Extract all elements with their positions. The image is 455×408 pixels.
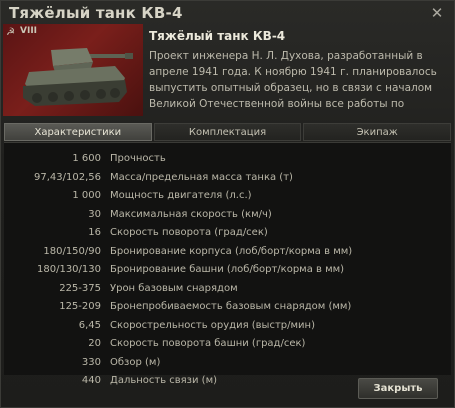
stat-value: 6,45 (78, 319, 101, 331)
stat-row: 180/150/90 Бронирование корпуса (лоб/борт… (4, 244, 451, 263)
stats-list: 1 600 Прочность 97,43/102,56 Масса/предель… (4, 151, 451, 392)
tank-name: Тяжёлый танк КВ-4 (149, 29, 286, 43)
stat-value: 125-209 (59, 301, 101, 312)
stat-label: Дальность связи (м) (110, 375, 218, 386)
stat-value: 225-375 (59, 282, 101, 294)
tank-info-window: Тяжёлый танк КВ-4 ✕ ☭ VIII Тяжёлый танк … (0, 0, 455, 408)
stat-label: Максимальная скорость (км/ч) (110, 208, 272, 220)
stat-value: 440 (81, 375, 101, 386)
stat-label: Урон базовым снарядом (110, 282, 238, 294)
stat-label: Прочность (110, 153, 166, 164)
stat-label: Бронепробиваемость базовым снарядом (мм) (110, 301, 352, 312)
tab-bar: Характеристики Комплектация Экипаж (4, 123, 452, 141)
tank-image: ☭ VIII (3, 24, 143, 116)
stat-value: 20 (88, 338, 101, 349)
stat-value: 180/150/90 (43, 245, 101, 257)
tank-description: Проект инженера Н. Л. Духова, разработан… (149, 50, 437, 116)
stat-row: 180/130/130 Бронирование башни (лоб/борт/… (4, 262, 451, 281)
tank-picture (23, 48, 133, 106)
stat-label: Бронирование башни (лоб/борт/корма в мм) (110, 264, 345, 275)
close-button[interactable]: Закрыть (358, 378, 438, 399)
stat-row: 97,43/102,56 Масса/предельная масса танка… (4, 170, 451, 189)
tab-characteristics[interactable]: Характеристики (4, 123, 152, 141)
stat-row: 125-209 Бронепробиваемость базовым снаряд… (4, 299, 451, 318)
stat-row: 6,45 Скорострельность орудия (выстр/мин) (4, 318, 451, 337)
stat-label: Обзор (м) (110, 356, 161, 368)
stat-label: Скорость поворота башни (град/сек) (110, 338, 306, 349)
stat-value: 330 (81, 356, 101, 368)
stat-label: Бронирование корпуса (лоб/борт/корма в м… (110, 245, 353, 257)
stat-value: 1 600 (72, 153, 101, 164)
stat-row: 330 Обзор (м) (4, 355, 451, 374)
stat-row: 1 600 Прочность (4, 151, 451, 170)
stat-label: Мощность двигателя (л.с.) (110, 190, 252, 201)
characteristics-panel: 1 600 Прочность 97,43/102,56 Масса/предель… (4, 142, 451, 386)
stat-row: 30 Максимальная скорость (км/ч) (4, 207, 451, 226)
stat-value: 16 (88, 227, 101, 238)
stat-row: 225-375 Урон базовым снарядом (4, 281, 451, 300)
tab-crew[interactable]: Экипаж (303, 123, 452, 141)
stat-label: Масса/предельная масса танка (т) (110, 171, 293, 183)
window-title: Тяжёлый танк КВ-4 (9, 4, 183, 22)
stat-value: 180/130/130 (37, 264, 101, 275)
stat-label: Скорость поворота (град/сек) (110, 227, 268, 238)
stat-row: 1 000 Мощность двигателя (л.с.) (4, 188, 451, 207)
stat-row: 16 Скорость поворота (град/сек) (4, 225, 451, 244)
stat-value: 30 (88, 208, 101, 220)
stat-value: 1 000 (72, 190, 101, 201)
stat-value: 97,43/102,56 (34, 171, 101, 183)
close-icon[interactable]: ✕ (429, 5, 445, 21)
stat-label: Скорострельность орудия (выстр/мин) (110, 319, 315, 331)
tab-equipment[interactable]: Комплектация (153, 123, 302, 141)
stat-row: 20 Скорость поворота башни (град/сек) (4, 336, 451, 355)
tank-header: ☭ VIII Тяжёлый танк КВ-4 Проект инженера… (3, 24, 453, 118)
